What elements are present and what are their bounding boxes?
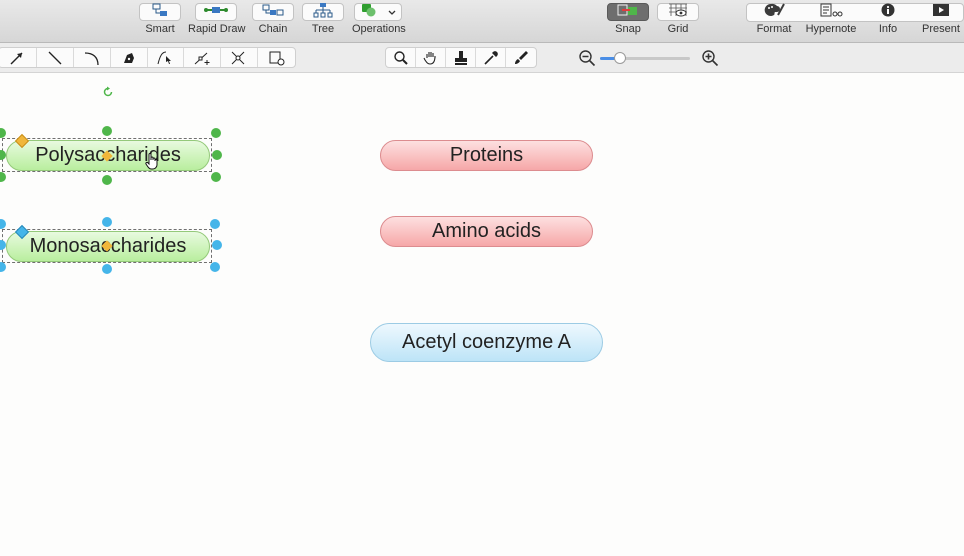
- brush-icon[interactable]: [506, 48, 536, 67]
- format-icon: [763, 3, 785, 22]
- hypernote-icon: [819, 3, 843, 22]
- smart-label: Smart: [145, 23, 175, 35]
- hypernote-button[interactable]: Hypernote: [803, 3, 859, 39]
- operations-button[interactable]: Operations: [352, 3, 406, 39]
- selection-handle[interactable]: [211, 128, 221, 138]
- magnifier-icon[interactable]: [386, 48, 416, 67]
- selection-handle[interactable]: [212, 240, 222, 250]
- snap-icon: [617, 3, 639, 22]
- info-button[interactable]: Info: [865, 3, 911, 39]
- rapid-draw-label: Rapid Draw: [188, 23, 246, 35]
- node-proteins[interactable]: Proteins: [380, 140, 593, 171]
- present-button[interactable]: Present: [918, 3, 964, 39]
- rapid-draw-button[interactable]: Rapid Draw: [188, 3, 246, 39]
- hand-icon[interactable]: [416, 48, 446, 67]
- node-label: Amino acids: [432, 220, 541, 242]
- grid-label: Grid: [667, 23, 689, 35]
- selection-handle[interactable]: [102, 126, 112, 136]
- rotate-handle-icon[interactable]: [102, 85, 114, 103]
- selection-handle[interactable]: [102, 264, 112, 274]
- split-icon[interactable]: [221, 48, 259, 67]
- node-acetyl-coa[interactable]: Acetyl coenzyme A: [370, 323, 603, 362]
- drawing-toolbar: [0, 43, 964, 73]
- drawing-tools-group: [0, 47, 296, 68]
- chain-icon: [262, 3, 284, 22]
- zoom-in-icon[interactable]: [701, 49, 719, 72]
- zoom-slider-knob[interactable]: [613, 52, 626, 64]
- smart-icon: [152, 3, 168, 22]
- present-label: Present: [922, 23, 960, 35]
- chain-label: Chain: [258, 23, 288, 35]
- selection-handle[interactable]: [210, 219, 220, 229]
- info-label: Info: [878, 23, 898, 35]
- operations-icon: [361, 3, 377, 22]
- tree-icon: [313, 2, 333, 23]
- grid-button[interactable]: Grid: [656, 3, 700, 39]
- operations-label: Operations: [352, 23, 406, 35]
- snap-button[interactable]: Snap: [606, 3, 650, 39]
- eyedropper-icon[interactable]: [476, 48, 506, 67]
- tree-label: Tree: [311, 23, 335, 35]
- stamp-icon[interactable]: [446, 48, 476, 67]
- add-point-icon[interactable]: [184, 48, 222, 67]
- bezier-select-icon[interactable]: [148, 48, 185, 67]
- pen-tool-icon[interactable]: [111, 48, 148, 67]
- chevron-down-icon: [388, 3, 396, 21]
- tree-button[interactable]: Tree: [301, 2, 345, 39]
- node-amino-acids[interactable]: Amino acids: [380, 216, 593, 247]
- arrow-tool-icon[interactable]: [0, 48, 37, 67]
- selection-handle[interactable]: [210, 262, 220, 272]
- line-tool-icon[interactable]: [37, 48, 74, 67]
- hand-cursor-icon: [145, 152, 159, 175]
- view-tools-group: [385, 47, 537, 68]
- rapid-draw-icon: [204, 3, 228, 21]
- info-icon: [881, 3, 895, 22]
- chain-button[interactable]: Chain: [251, 3, 295, 39]
- format-button[interactable]: Format: [748, 3, 800, 39]
- present-icon: [932, 3, 950, 22]
- grid-icon: [667, 3, 689, 22]
- insert-shape-icon[interactable]: [258, 48, 295, 67]
- snap-label: Snap: [615, 23, 641, 35]
- selection-handle[interactable]: [212, 150, 222, 160]
- node-label: Acetyl coenzyme A: [402, 331, 571, 353]
- selection-handle[interactable]: [102, 217, 112, 227]
- arc-tool-icon[interactable]: [74, 48, 111, 67]
- hypernote-label: Hypernote: [805, 23, 857, 35]
- main-toolbar: Smart Rapid Draw Chain Tree Operations S…: [0, 0, 964, 43]
- smart-button[interactable]: Smart: [138, 3, 182, 39]
- selection-handle[interactable]: [102, 175, 112, 185]
- node-label: Proteins: [449, 144, 524, 166]
- selection-handle[interactable]: [211, 172, 221, 182]
- zoom-out-icon[interactable]: [578, 49, 596, 72]
- format-label: Format: [756, 23, 792, 35]
